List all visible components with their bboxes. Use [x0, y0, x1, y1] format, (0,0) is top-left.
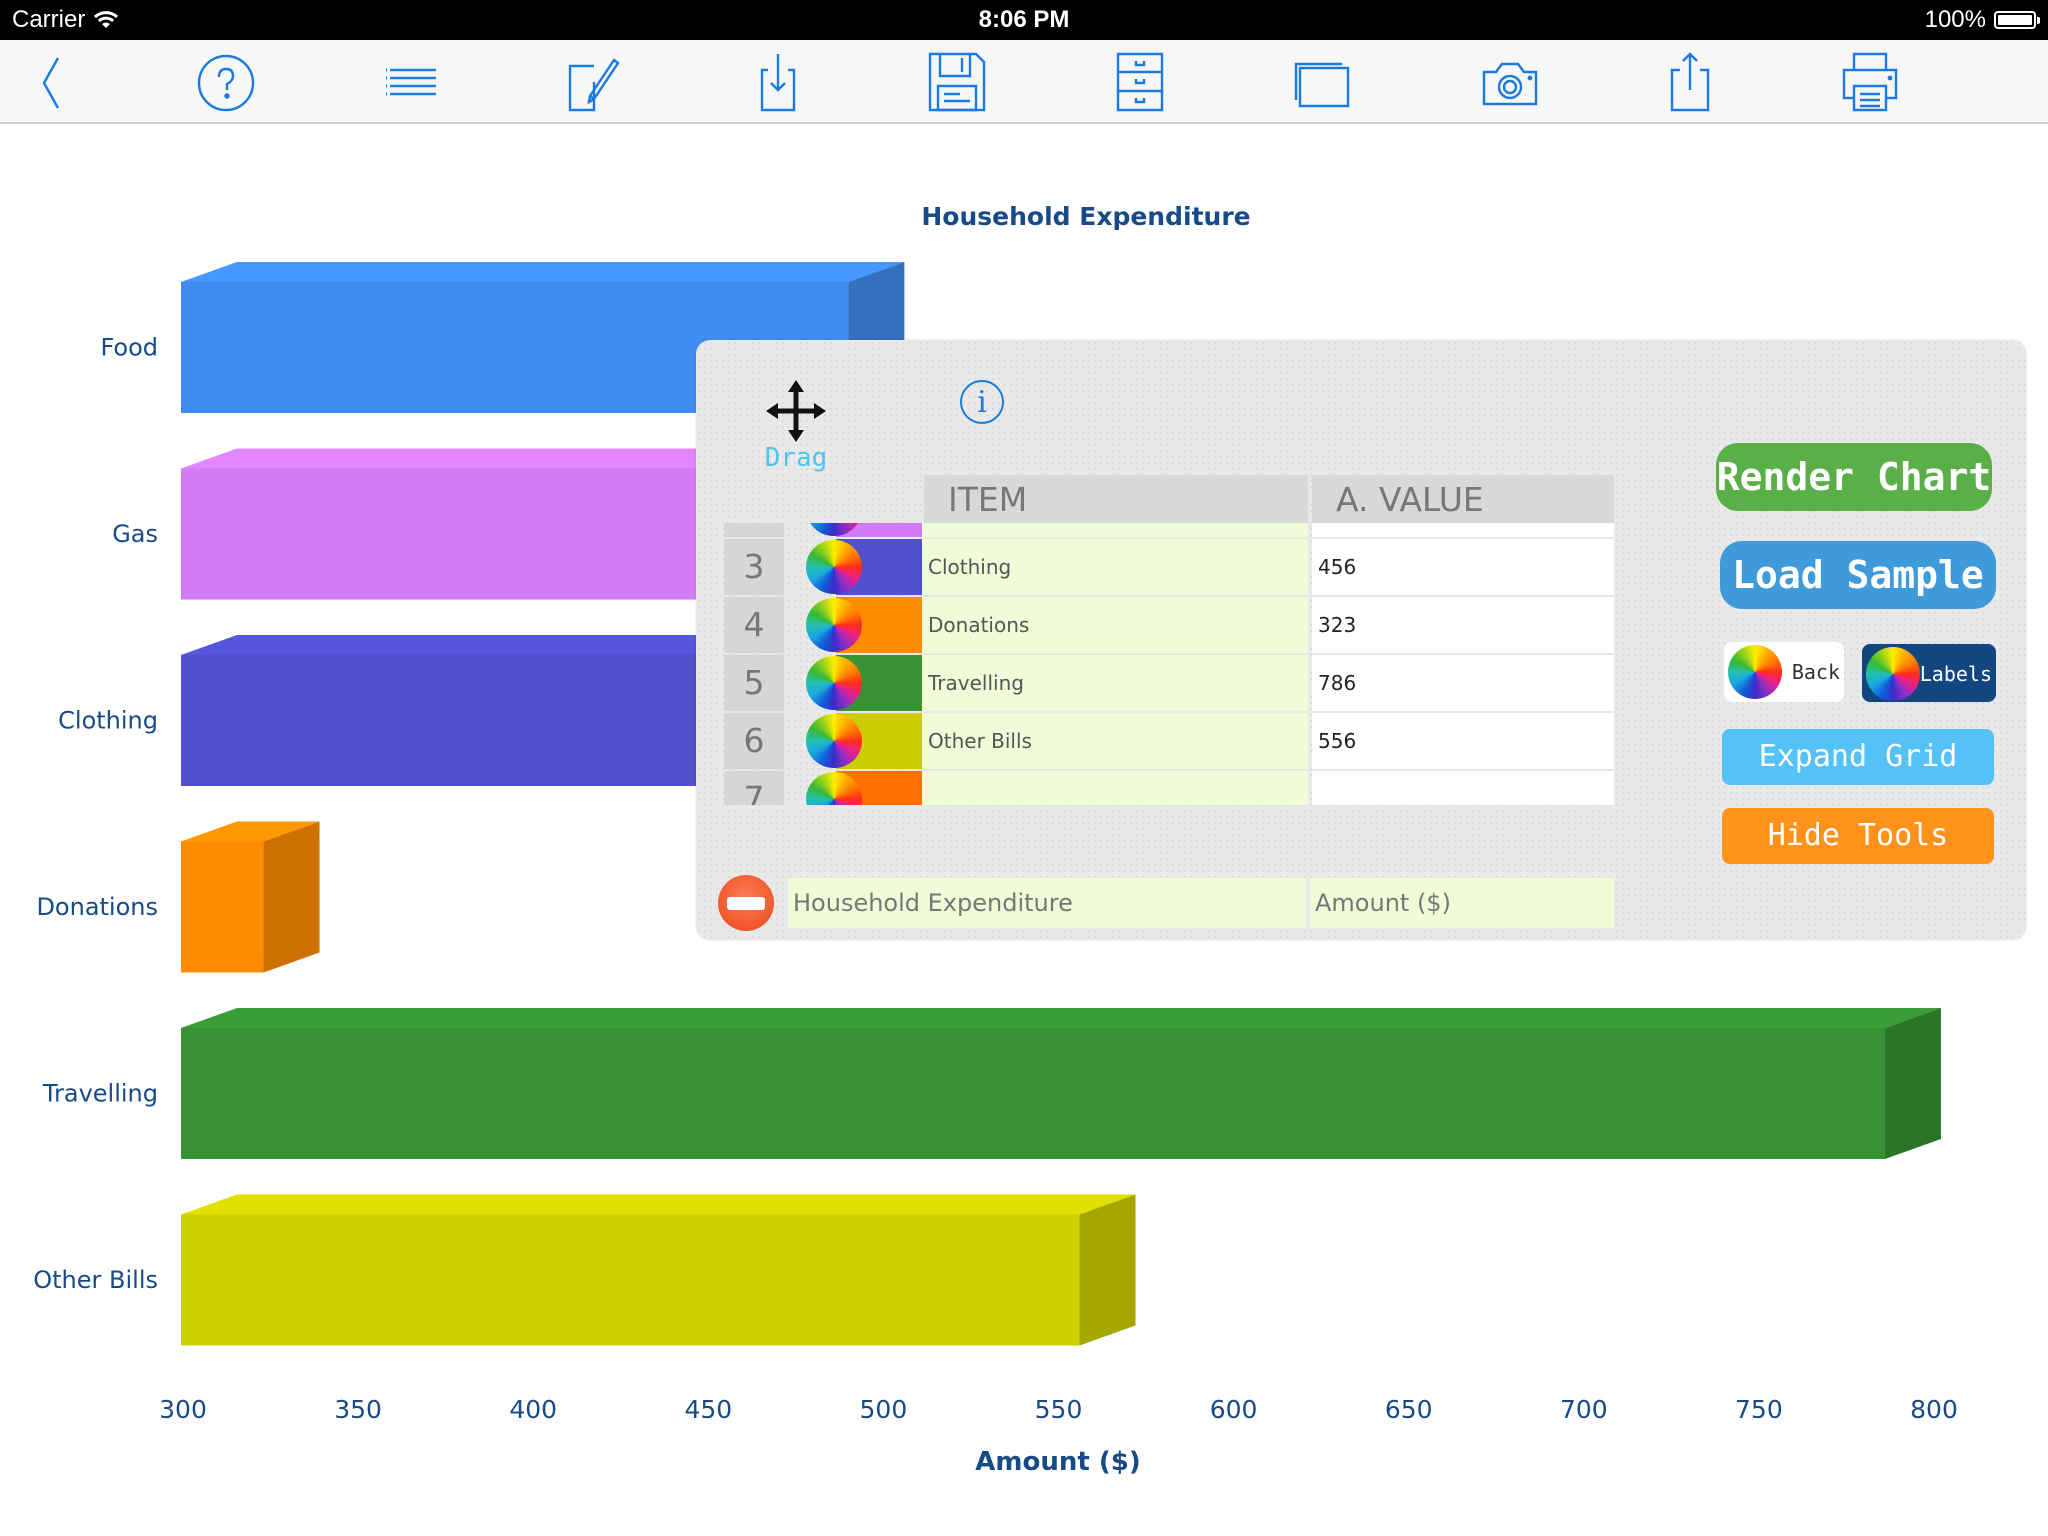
item-cell[interactable]: Clothing: [922, 539, 1308, 595]
x-tick-label: 350: [334, 1395, 382, 1424]
x-tick-label: 300: [159, 1395, 207, 1424]
bar-top-face: [181, 262, 905, 282]
row-number: 3: [724, 539, 784, 595]
column-header-value[interactable]: A. VALUE: [1312, 475, 1614, 523]
expand-grid-button[interactable]: Expand Grid: [1722, 729, 1994, 785]
labels-color-button[interactable]: Labels: [1862, 644, 1996, 702]
value-cell[interactable]: 556: [1312, 713, 1614, 769]
row-number: 7: [724, 771, 784, 805]
row-color-picker[interactable]: [806, 771, 922, 805]
bar-other-bills: [181, 1194, 1136, 1346]
item-cell[interactable]: [922, 523, 1308, 537]
row-number: 6: [724, 713, 784, 769]
item-cell[interactable]: Donations: [922, 597, 1308, 653]
category-label: Travelling: [42, 1080, 158, 1108]
category-label: Food: [100, 334, 158, 362]
color-wheel-icon: [1866, 647, 1920, 701]
color-wheel-icon[interactable]: [806, 540, 862, 594]
x-tick-label: 400: [509, 1395, 557, 1424]
column-header-item[interactable]: ITEM: [924, 475, 1308, 523]
chart-title-input[interactable]: Household Expenditure: [788, 878, 1306, 928]
x-axis-title: Amount ($): [975, 1447, 1140, 1477]
color-wheel-icon: [1728, 645, 1782, 699]
row-color-picker[interactable]: [806, 597, 922, 653]
bar-side-face: [1079, 1194, 1136, 1346]
x-tick-label: 750: [1735, 1395, 1783, 1424]
item-cell[interactable]: Travelling: [922, 655, 1308, 711]
x-tick-label: 700: [1560, 1395, 1608, 1424]
bar-front-face: [181, 841, 264, 973]
color-wheel-icon[interactable]: [806, 656, 862, 710]
color-wheel-icon[interactable]: [806, 714, 862, 768]
x-tick-label: 650: [1385, 1395, 1433, 1424]
bar-front-face: [181, 1028, 1885, 1159]
item-cell[interactable]: [922, 771, 1308, 805]
bar-top-face: [181, 448, 765, 469]
bar-front-face: [181, 655, 730, 786]
value-cell[interactable]: 456: [1312, 539, 1614, 595]
bar-travelling: [181, 1008, 1941, 1159]
x-tick-label: 500: [860, 1395, 908, 1424]
drag-handle[interactable]: Drag: [756, 380, 836, 473]
x-tick-label: 450: [684, 1395, 732, 1424]
clear-button[interactable]: [718, 875, 774, 931]
row-number: 4: [724, 597, 784, 653]
background-color-button[interactable]: Back: [1724, 642, 1844, 702]
category-label: Donations: [36, 893, 158, 921]
bar-side-face: [263, 821, 320, 973]
labels-label: Labels: [1919, 662, 1992, 686]
data-entry-panel: Drag i ITEM A. VALUE 2 3 Clothing456 4 Donat…: [696, 340, 2026, 940]
category-label: Other Bills: [33, 1266, 158, 1294]
row-color-picker[interactable]: [806, 539, 922, 595]
axis-label-input[interactable]: Amount ($): [1310, 878, 1614, 928]
info-icon[interactable]: i: [960, 380, 1004, 424]
bar-top-face: [181, 1008, 1941, 1028]
x-tick-label: 800: [1910, 1395, 1958, 1424]
bar-side-face: [1884, 1008, 1941, 1159]
render-chart-button[interactable]: Render Chart: [1716, 443, 1992, 511]
value-cell[interactable]: [1312, 771, 1614, 805]
item-cell[interactable]: Other Bills: [922, 713, 1308, 769]
bar-top-face: [181, 635, 786, 655]
x-tick-label: 550: [1035, 1395, 1083, 1424]
row-color-picker[interactable]: [806, 523, 922, 537]
row-number: 2: [724, 523, 784, 537]
category-label: Gas: [112, 520, 158, 548]
back-label: Back: [1791, 660, 1840, 684]
value-cell[interactable]: 323: [1312, 597, 1614, 653]
bar-gas: [181, 448, 765, 600]
value-cell[interactable]: 786: [1312, 655, 1614, 711]
bar-donations: [181, 821, 320, 973]
bar-clothing: [181, 635, 786, 786]
row-color-picker[interactable]: [806, 713, 922, 769]
bar-front-face: [181, 1214, 1080, 1346]
x-tick-label: 600: [1210, 1395, 1258, 1424]
table-row[interactable]: 2: [724, 523, 2004, 537]
bar-front-face: [181, 468, 709, 600]
row-number: 5: [724, 655, 784, 711]
value-cell[interactable]: [1312, 523, 1614, 537]
row-color-picker[interactable]: [806, 655, 922, 711]
color-wheel-icon[interactable]: [806, 598, 862, 652]
bar-top-face: [181, 1194, 1136, 1215]
drag-label: Drag: [764, 443, 828, 473]
category-label: Clothing: [58, 707, 158, 735]
move-arrows-icon: [766, 380, 826, 442]
hide-tools-button[interactable]: Hide Tools: [1722, 808, 1994, 864]
load-sample-button[interactable]: Load Sample: [1720, 541, 1996, 609]
